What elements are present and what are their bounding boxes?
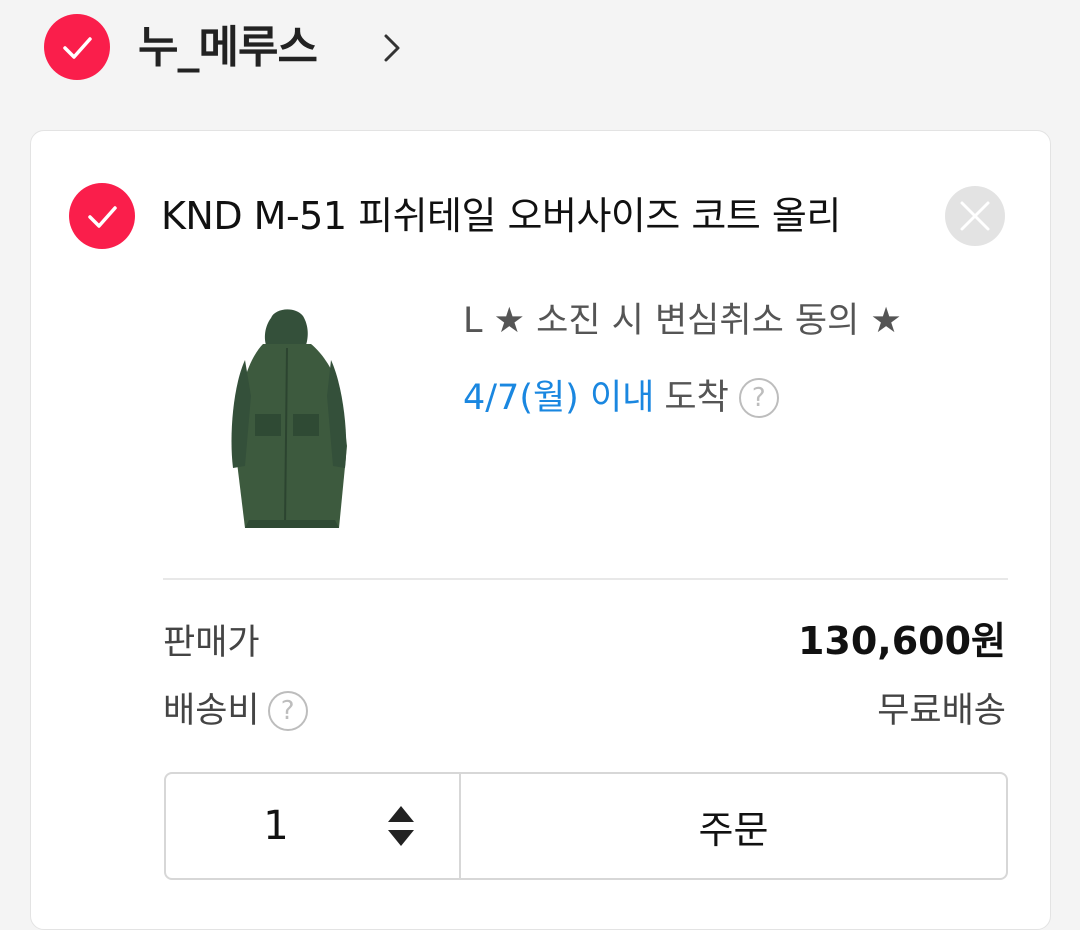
up-down-arrows-icon[interactable] <box>384 802 418 850</box>
chevron-right-icon[interactable] <box>378 32 406 64</box>
product-option: L ★ 소진 시 변심취소 동의 ★ <box>463 301 902 341</box>
product-thumbnail[interactable] <box>163 296 421 551</box>
close-icon <box>960 201 990 231</box>
quantity-stepper[interactable]: 1 <box>164 772 461 880</box>
shipping-value: 무료배송 <box>877 691 1006 731</box>
delivery-date: 4/7(월) 이내 <box>463 378 655 418</box>
delivery-suffix: 도착 <box>664 378 729 418</box>
store-name-link[interactable]: 누_메루스 <box>138 20 318 76</box>
store-header: 누_메루스 <box>0 0 1080 100</box>
divider <box>163 578 1008 580</box>
shipping-help-icon[interactable]: ? <box>267 691 308 731</box>
remove-item-button[interactable] <box>945 186 1005 246</box>
delivery-help-icon[interactable]: ? <box>738 378 779 418</box>
store-select-checkbox[interactable] <box>44 14 110 80</box>
price-value: 130,600원 <box>797 619 1006 663</box>
item-select-checkbox[interactable] <box>69 183 135 249</box>
shipping-label-text: 배송비 <box>163 691 260 731</box>
checkmark-icon <box>88 206 117 228</box>
quantity-value: 1 <box>263 803 289 849</box>
order-button[interactable]: 주문 <box>461 772 1008 880</box>
checkmark-icon <box>63 37 92 59</box>
shipping-label: 배송비 ? <box>163 687 308 735</box>
cart-item-card: KND M-51 피쉬테일 오버사이즈 코트 올리 L ★ 소진 시 변심취소 … <box>30 130 1051 930</box>
product-name[interactable]: KND M-51 피쉬테일 오버사이즈 코트 올리 <box>161 191 841 241</box>
delivery-estimate: 4/7(월) 이내 도착 ? <box>463 374 779 422</box>
price-label: 판매가 <box>163 623 260 663</box>
coat-thumbnail-icon <box>163 296 421 551</box>
